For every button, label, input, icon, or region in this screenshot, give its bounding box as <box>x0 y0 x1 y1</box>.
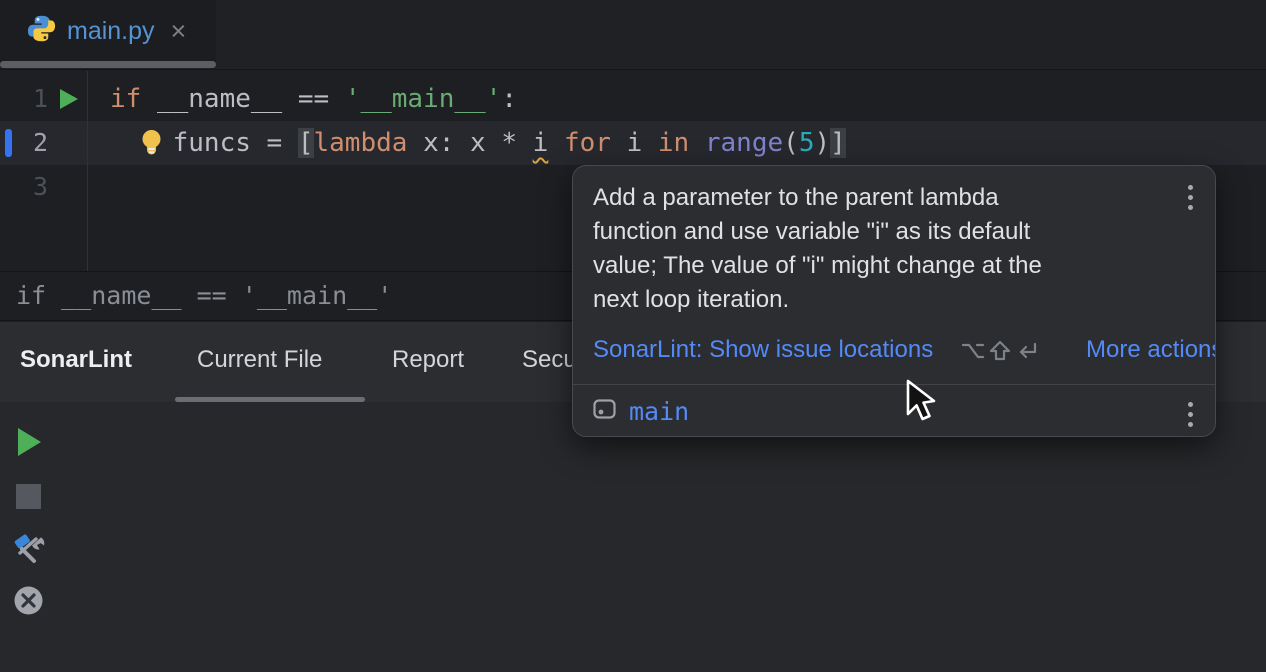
issue-popup: Add a parameter to the parent lambda fun… <box>572 165 1216 437</box>
line-number: 2 <box>0 121 48 165</box>
close-tab-icon[interactable]: × <box>171 18 187 45</box>
configure-tools-icon[interactable] <box>12 531 46 570</box>
code-line: if __name__ == '__main__': <box>110 77 517 121</box>
more-actions-link[interactable]: More actions <box>1086 336 1216 364</box>
popup-actions-row: SonarLint: Show issue locations More act… <box>573 336 1216 366</box>
line-number: 3 <box>0 165 48 209</box>
popup-message: Add a parameter to the parent lambda fun… <box>593 181 1071 317</box>
editor-line-1: 1 if __name__ == '__main__': <box>0 77 1266 121</box>
tab-main-py[interactable]: main.py × <box>0 0 216 62</box>
clear-close-icon[interactable] <box>13 585 44 621</box>
shortcut-hint <box>961 339 1039 363</box>
code-line: funcs = [lambda x: x * i for i in range(… <box>110 121 846 165</box>
shift-key-icon <box>988 339 1012 363</box>
editor-tab-bar: main.py × <box>0 0 1266 70</box>
enter-key-icon <box>1015 340 1039 362</box>
sonarlint-panel: Found 1 issue in 1 file main.py (1 issue… <box>0 402 1266 672</box>
line-number: 1 <box>0 77 48 121</box>
tab-label: main.py <box>67 17 155 46</box>
popup-more-menu-icon[interactable] <box>1188 185 1193 210</box>
tool-window-title: SonarLint <box>20 322 132 398</box>
option-key-icon <box>961 340 985 362</box>
stop-button[interactable] <box>15 483 42 515</box>
tab-report[interactable]: Report <box>392 322 464 398</box>
context-more-menu-icon[interactable] <box>1188 402 1193 427</box>
analyze-play-button[interactable] <box>16 427 42 462</box>
gutter-separator <box>87 71 88 271</box>
run-line-icon[interactable] <box>57 87 80 116</box>
context-item-label: main <box>629 397 689 426</box>
editor-line-2: 2 funcs = [lambda x: x * i for i in rang… <box>0 121 1266 165</box>
show-issue-locations-link[interactable]: SonarLint: Show issue locations <box>593 336 933 364</box>
python-icon <box>26 13 57 49</box>
mouse-cursor <box>902 378 936 429</box>
run-config-icon <box>593 398 617 425</box>
tab-selected-indicator <box>0 61 216 68</box>
tab-current-file[interactable]: Current File <box>197 322 322 398</box>
popup-context-row[interactable]: main <box>573 385 1216 437</box>
scope-text: if __name__ == '__main__' <box>16 272 392 320</box>
